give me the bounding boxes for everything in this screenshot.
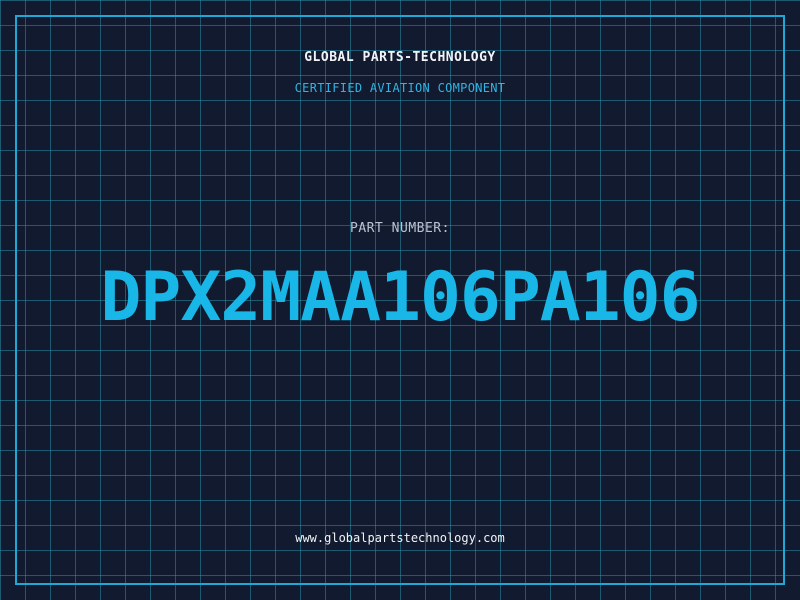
website-url: www.globalpartstechnology.com xyxy=(295,531,505,545)
part-number-label: PART NUMBER: xyxy=(350,221,450,236)
brand-title: GLOBAL PARTS-TECHNOLOGY xyxy=(304,50,496,65)
part-number-value: DPX2MAA106PA106 xyxy=(100,258,700,337)
part-card: GLOBAL PARTS-TECHNOLOGY CERTIFIED AVIATI… xyxy=(0,0,800,600)
brand-tagline: CERTIFIED AVIATION COMPONENT xyxy=(294,81,506,95)
